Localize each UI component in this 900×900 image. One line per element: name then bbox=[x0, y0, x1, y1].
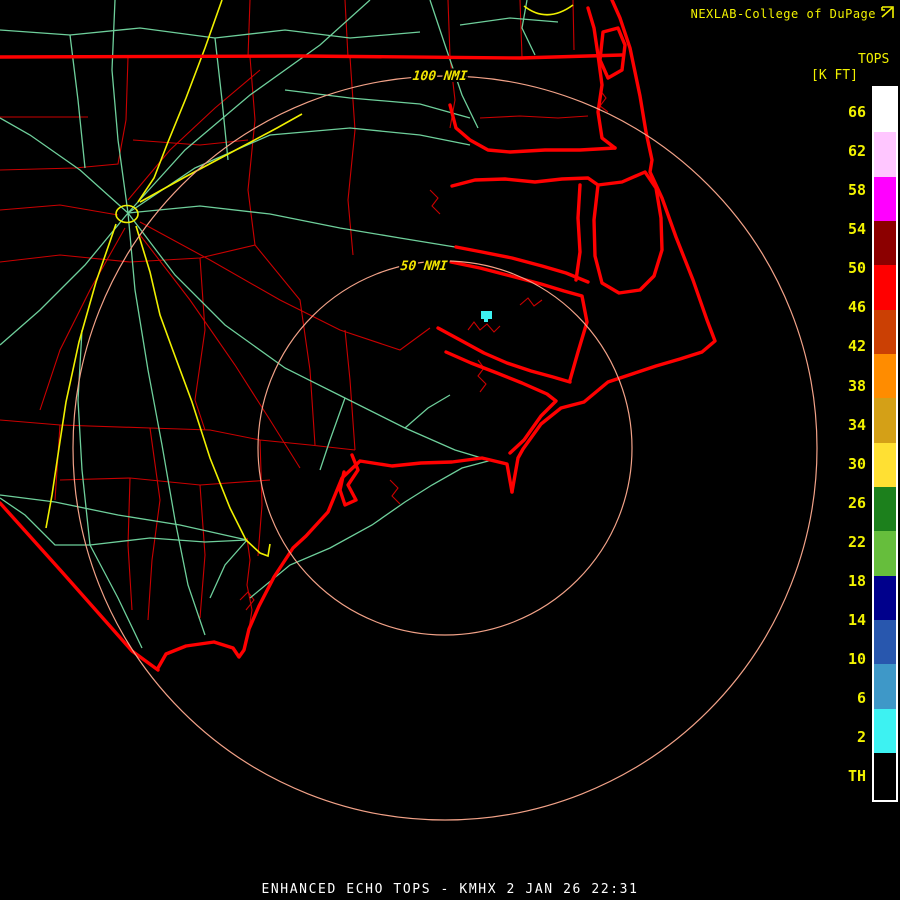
legend-tick-label: 58 bbox=[816, 181, 866, 199]
attribution-text: NEXLAB-College of DuPage bbox=[691, 7, 876, 21]
ring-label-50nmi: 50 NMI bbox=[400, 259, 449, 274]
echo-region bbox=[481, 311, 492, 322]
legend-tick-label: 38 bbox=[816, 377, 866, 395]
legend-tick-label: 18 bbox=[816, 572, 866, 590]
legend-band bbox=[874, 443, 896, 487]
legend-bar bbox=[872, 86, 898, 802]
legend-tick-label: 50 bbox=[816, 259, 866, 277]
legend-band bbox=[874, 265, 896, 309]
legend-tick-label: 42 bbox=[816, 337, 866, 355]
ring-label-100nmi: 100 NMI bbox=[412, 69, 468, 84]
attribution: NEXLAB-College of DuPage bbox=[691, 6, 894, 22]
legend-band bbox=[874, 620, 896, 664]
legend-tick-label: 2 bbox=[816, 728, 866, 746]
legend-tick-label: 30 bbox=[816, 455, 866, 473]
legend-tick-label: 46 bbox=[816, 298, 866, 316]
legend-tick-label: 54 bbox=[816, 220, 866, 238]
legend-tick-label: 26 bbox=[816, 494, 866, 512]
cod-logo-icon bbox=[881, 6, 894, 22]
legend-title: TOPS bbox=[858, 52, 889, 67]
legend-band bbox=[874, 487, 896, 531]
legend-band bbox=[874, 221, 896, 265]
legend-band bbox=[874, 88, 896, 132]
interstate-lines bbox=[46, 0, 573, 556]
legend-band bbox=[874, 354, 896, 398]
product-title: ENHANCED ECHO TOPS - KMHX 2 JAN 26 22:31 bbox=[0, 882, 900, 897]
legend-band bbox=[874, 398, 896, 442]
radar-display: 100 NMI 50 NMI NEXLAB-College of DuPage … bbox=[0, 0, 900, 900]
legend-tick-label: 10 bbox=[816, 650, 866, 668]
coastline bbox=[0, 0, 715, 670]
legend-tick-label: 22 bbox=[816, 533, 866, 551]
legend-band bbox=[874, 709, 896, 753]
radar-map: 100 NMI 50 NMI bbox=[0, 0, 900, 900]
legend-band bbox=[874, 310, 896, 354]
legend-tick-label: TH bbox=[816, 767, 866, 785]
legend-tick-label: 66 bbox=[816, 103, 866, 121]
legend-tick-label: 62 bbox=[816, 142, 866, 160]
legend-tick-label: 34 bbox=[816, 416, 866, 434]
range-rings bbox=[73, 76, 817, 820]
legend-band bbox=[874, 664, 896, 708]
legend-tick-label: 14 bbox=[816, 611, 866, 629]
legend-units: [K FT] bbox=[811, 68, 858, 83]
legend-tick-label: 6 bbox=[816, 689, 866, 707]
legend-band bbox=[874, 177, 896, 221]
legend-band bbox=[874, 531, 896, 575]
ring-100nmi bbox=[73, 76, 817, 820]
legend-band bbox=[874, 576, 896, 620]
legend-band bbox=[874, 132, 896, 176]
